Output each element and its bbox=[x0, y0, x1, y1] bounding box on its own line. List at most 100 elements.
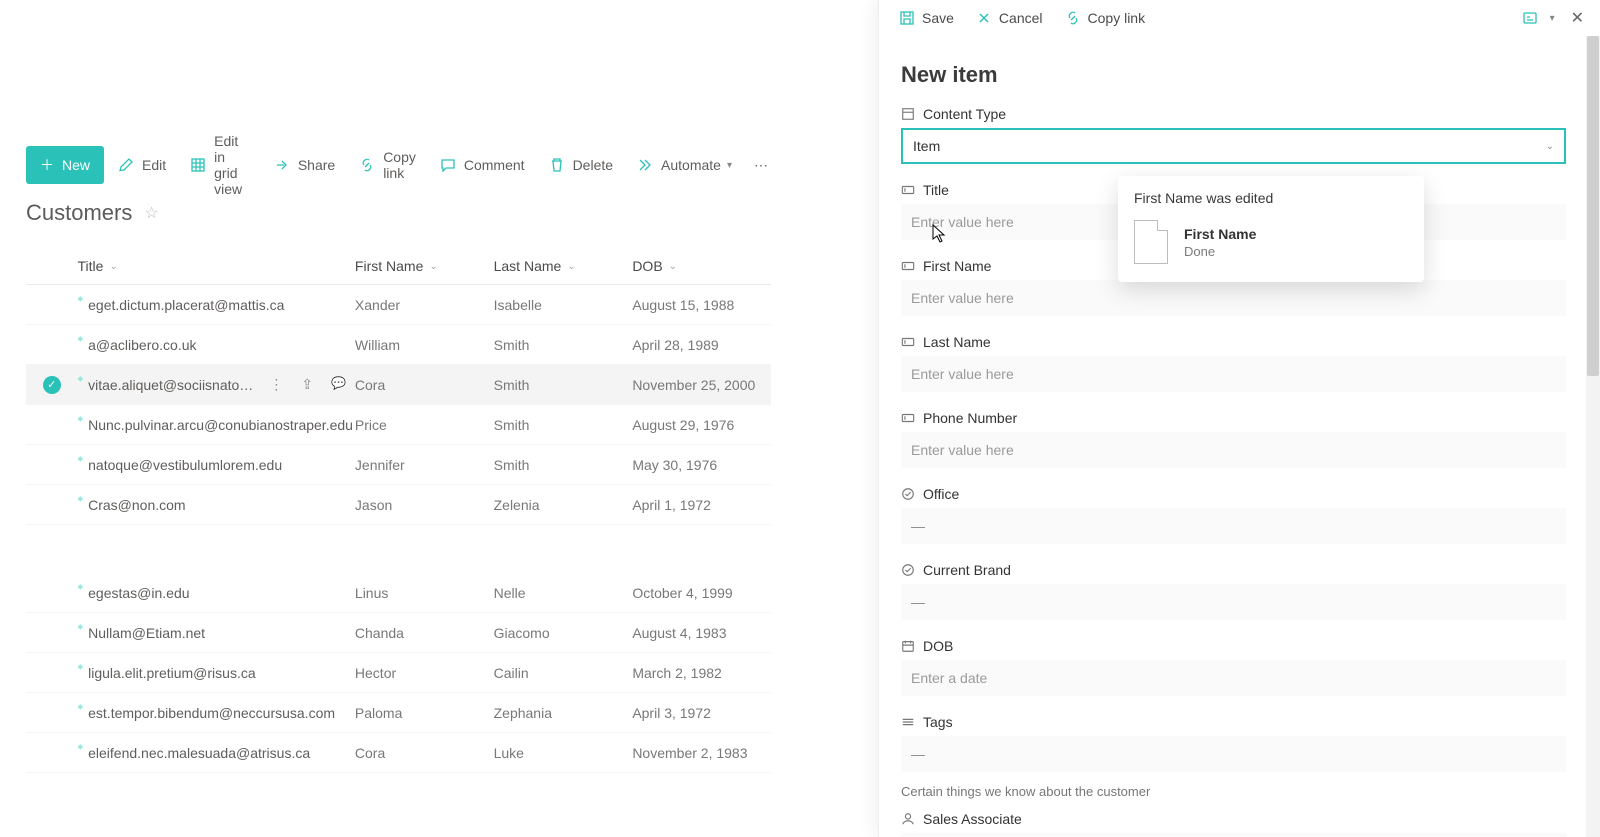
table-row[interactable]: ⬥Nullam@Etiam.netChandaGiacomoAugust 4, … bbox=[26, 613, 771, 653]
phone-input[interactable] bbox=[901, 432, 1566, 468]
edit-button[interactable]: Edit bbox=[108, 149, 176, 181]
row-first-name: Cora bbox=[355, 377, 494, 393]
field-dob: DOB bbox=[901, 638, 1566, 696]
table-body: ⬥eget.dictum.placerat@mattis.caXanderIsa… bbox=[26, 285, 771, 773]
row-last-name: Smith bbox=[494, 377, 633, 393]
favorite-star-icon[interactable]: ☆ bbox=[144, 203, 158, 223]
chevron-down-icon: ⌄ bbox=[109, 261, 117, 272]
office-value[interactable]: — bbox=[901, 508, 1566, 544]
flow-icon bbox=[637, 157, 653, 173]
chevron-down-icon: ⌄ bbox=[567, 261, 575, 272]
table-row[interactable]: ⬥Cras@non.comJasonZeleniaApril 1, 1972 bbox=[26, 485, 771, 525]
chevron-down-icon: ⌄ bbox=[1546, 141, 1554, 152]
field-office: Office — bbox=[901, 486, 1566, 544]
content-type-select[interactable]: Item ⌄ bbox=[901, 128, 1566, 164]
content-type-value: Item bbox=[913, 138, 940, 154]
table-row[interactable]: ⬥ligula.elit.pretium@risus.caHectorCaili… bbox=[26, 653, 771, 693]
row-dob: March 2, 1982 bbox=[632, 665, 771, 681]
row-first-name: Jason bbox=[355, 497, 494, 513]
share-icon[interactable]: ⇪ bbox=[301, 376, 313, 393]
new-button[interactable]: ＋ New bbox=[26, 146, 104, 184]
table-row[interactable]: ⬥natoque@vestibulumlorem.eduJenniferSmit… bbox=[26, 445, 771, 485]
col-header-last-name[interactable]: Last Name⌄ bbox=[494, 258, 633, 274]
row-dob: November 2, 1983 bbox=[632, 745, 771, 761]
edit-grid-button[interactable]: Edit in grid view bbox=[180, 125, 260, 205]
calendar-icon bbox=[901, 639, 915, 653]
choice-icon bbox=[901, 487, 915, 501]
field-brand: Current Brand — bbox=[901, 562, 1566, 620]
dob-label: DOB bbox=[923, 638, 953, 654]
copy-link-button[interactable]: Copy link bbox=[349, 141, 426, 189]
panel-body: New item Content Type Item ⌄ Title bbox=[879, 44, 1588, 837]
first-name-label: First Name bbox=[923, 258, 991, 274]
new-indicator-icon: ⬥ bbox=[78, 742, 84, 752]
table-row[interactable]: ⬥eleifend.nec.malesuada@atrisus.caCoraLu… bbox=[26, 733, 771, 773]
chevron-down-icon: ⌄ bbox=[429, 261, 437, 272]
last-name-input[interactable] bbox=[901, 356, 1566, 392]
automate-button[interactable]: Automate ▾ bbox=[627, 149, 742, 181]
new-indicator-icon: ⬥ bbox=[78, 454, 84, 464]
sales-input[interactable] bbox=[901, 833, 1566, 837]
checkmark-icon: ✓ bbox=[43, 376, 61, 394]
content-type-label: Content Type bbox=[923, 106, 1006, 122]
pencil-icon bbox=[118, 157, 134, 173]
first-name-input[interactable] bbox=[901, 280, 1566, 316]
table-row[interactable]: ⬥eget.dictum.placerat@mattis.caXanderIsa… bbox=[26, 285, 771, 325]
table-row[interactable]: ✓⬥vitae.aliquet@sociisnato…⋮⇪💬CoraSmithN… bbox=[26, 365, 771, 405]
title-label: Title bbox=[923, 182, 949, 198]
row-title: ⬥Cras@non.com bbox=[78, 497, 355, 513]
scrollbar-thumb[interactable] bbox=[1587, 36, 1599, 376]
row-first-name: Jennifer bbox=[355, 457, 494, 473]
comment-icon bbox=[440, 157, 456, 173]
page-title-row: Customers ☆ bbox=[26, 200, 159, 226]
panel-header: Save Cancel Copy link ▾ ✕ bbox=[879, 0, 1600, 36]
content-type-icon bbox=[901, 107, 915, 121]
automate-label: Automate bbox=[661, 157, 721, 173]
form-settings-icon[interactable] bbox=[1522, 10, 1538, 26]
text-field-icon bbox=[901, 411, 915, 425]
row-menu-icon[interactable]: ⋮ bbox=[269, 376, 283, 393]
cancel-button[interactable]: Cancel bbox=[968, 6, 1051, 30]
row-first-name: Price bbox=[355, 417, 494, 433]
dob-input[interactable] bbox=[901, 660, 1566, 696]
new-indicator-icon: ⬥ bbox=[78, 622, 84, 632]
col-header-first-name[interactable]: First Name⌄ bbox=[355, 258, 494, 274]
table-row[interactable]: ⬥a@aclibero.co.ukWilliamSmithApril 28, 1… bbox=[26, 325, 771, 365]
save-button[interactable]: Save bbox=[891, 6, 962, 30]
new-indicator-icon: ⬥ bbox=[78, 582, 84, 592]
text-field-icon bbox=[901, 335, 915, 349]
new-indicator-icon: ⬥ bbox=[78, 334, 84, 344]
row-first-name: Chanda bbox=[355, 625, 494, 641]
comment-button[interactable]: Comment bbox=[430, 149, 535, 181]
more-actions-button[interactable]: ⋯ bbox=[746, 157, 776, 174]
brand-value[interactable]: — bbox=[901, 584, 1566, 620]
close-panel-button[interactable]: ✕ bbox=[1567, 4, 1588, 32]
last-name-label: Last Name bbox=[923, 334, 991, 350]
table-row[interactable]: ⬥est.tempor.bibendum@neccursusa.comPalom… bbox=[26, 693, 771, 733]
cancel-icon bbox=[976, 10, 992, 26]
tags-icon bbox=[901, 715, 915, 729]
tags-value[interactable]: — bbox=[901, 736, 1566, 772]
row-first-name: Xander bbox=[355, 297, 494, 313]
phone-label: Phone Number bbox=[923, 410, 1017, 426]
tags-label: Tags bbox=[923, 714, 953, 730]
link-icon bbox=[359, 157, 375, 173]
delete-label: Delete bbox=[573, 157, 613, 173]
row-last-name: Smith bbox=[494, 457, 633, 473]
text-field-icon bbox=[901, 259, 915, 273]
panel-copy-link-button[interactable]: Copy link bbox=[1057, 6, 1154, 30]
col-header-dob[interactable]: DOB⌄ bbox=[632, 258, 771, 274]
share-button[interactable]: Share bbox=[264, 149, 345, 181]
delete-button[interactable]: Delete bbox=[539, 149, 623, 181]
row-title: ⬥eleifend.nec.malesuada@atrisus.ca bbox=[78, 745, 355, 761]
customers-table: Title⌄ First Name⌄ Last Name⌄ DOB⌄ ⬥eget… bbox=[26, 248, 771, 773]
new-indicator-icon: ⬥ bbox=[78, 414, 84, 424]
chevron-down-icon[interactable]: ▾ bbox=[1550, 13, 1555, 24]
row-first-name: Linus bbox=[355, 585, 494, 601]
table-header: Title⌄ First Name⌄ Last Name⌄ DOB⌄ bbox=[26, 248, 771, 285]
col-header-title[interactable]: Title⌄ bbox=[78, 258, 355, 274]
comment-icon[interactable]: 💬 bbox=[331, 376, 346, 393]
table-row[interactable]: ⬥Nunc.pulvinar.arcu@conubianostraper.edu… bbox=[26, 405, 771, 445]
row-select[interactable]: ✓ bbox=[26, 376, 78, 394]
table-row[interactable]: ⬥egestas@in.eduLinusNelleOctober 4, 1999 bbox=[26, 573, 771, 613]
